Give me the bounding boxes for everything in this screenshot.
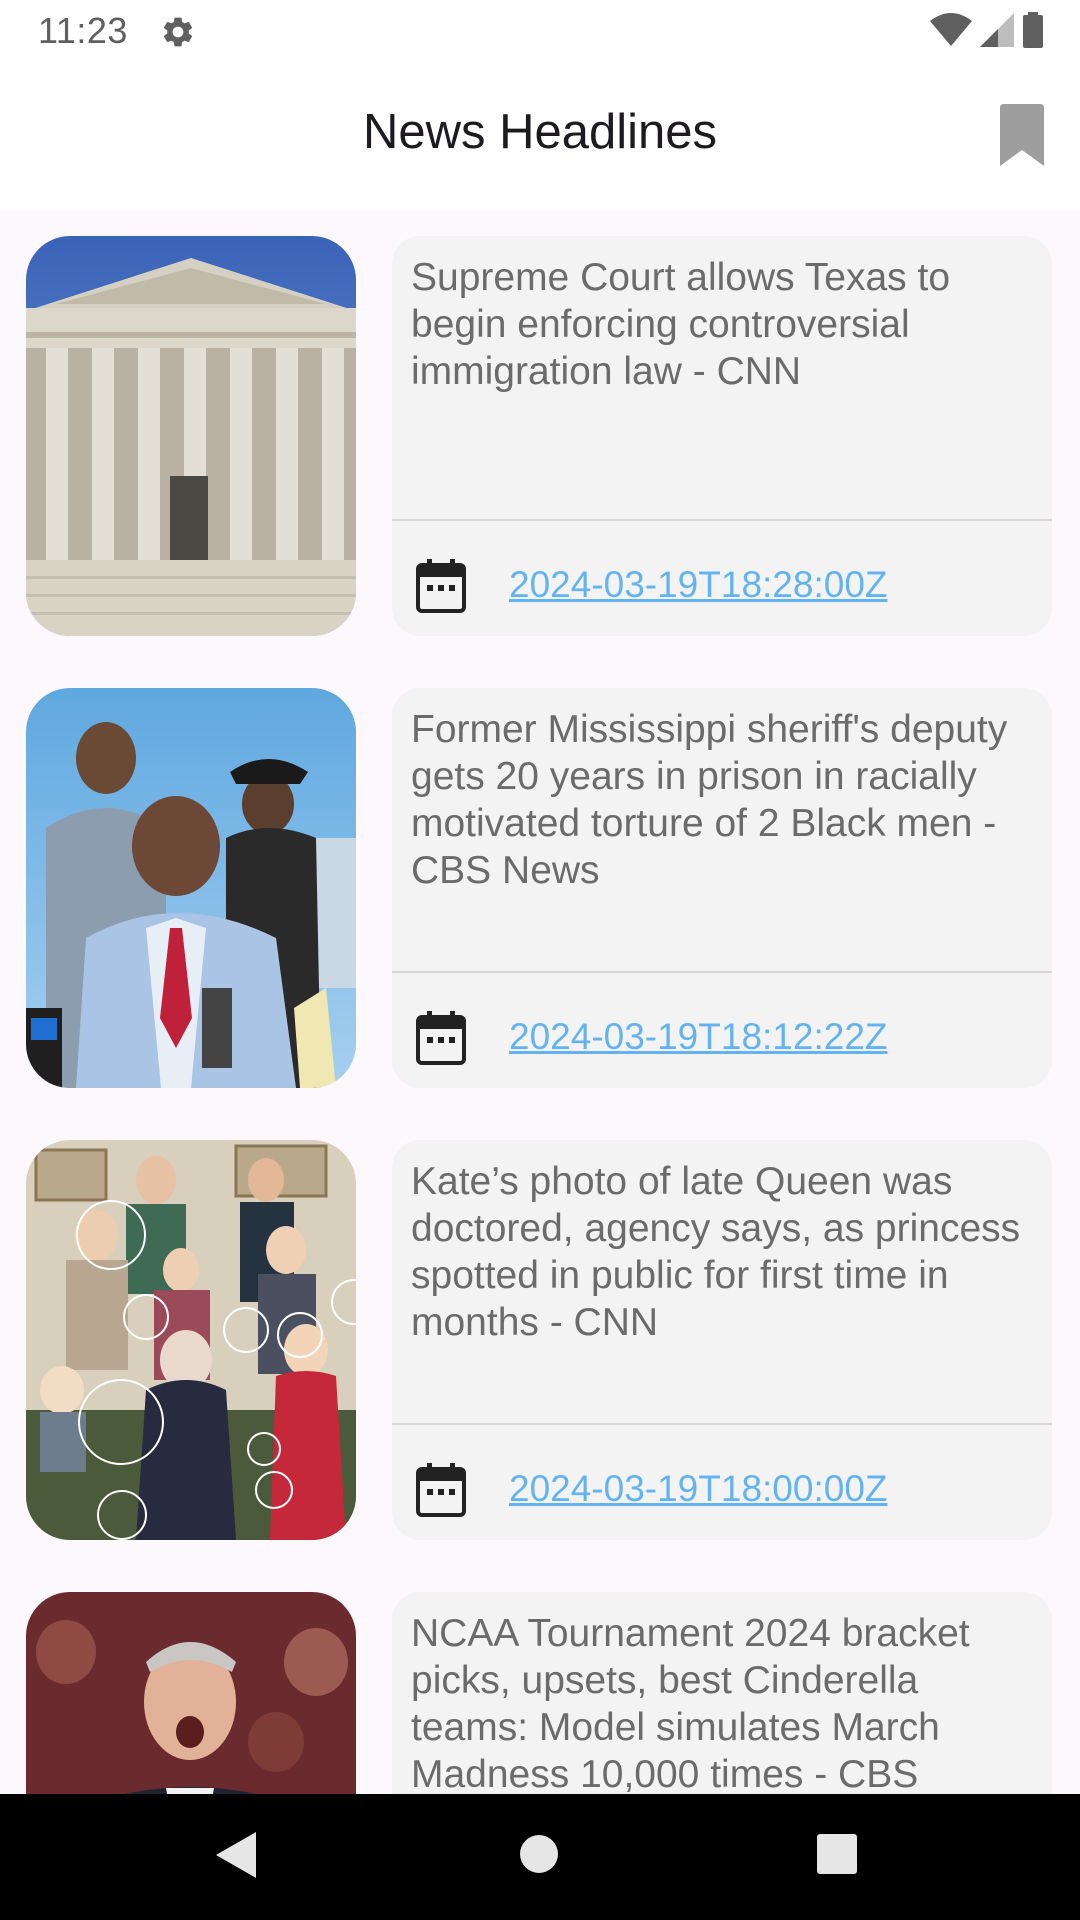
news-item[interactable]: Supreme Court allows Texas to begin enfo… (0, 210, 1080, 636)
news-item[interactable]: NCAA Tournament 2024 bracket picks, upse… (0, 1566, 1080, 1794)
news-date-link[interactable]: 2024-03-19T18:28:00Z (509, 564, 888, 606)
navigation-bar (0, 1794, 1080, 1920)
status-time: 11:23 (38, 10, 128, 51)
news-image-basketball-coach[interactable] (26, 1592, 356, 1794)
news-card[interactable]: Kate’s photo of late Queen was doctored,… (392, 1140, 1052, 1540)
news-title: NCAA Tournament 2024 bracket picks, upse… (411, 1612, 970, 1794)
battery-icon (1022, 11, 1044, 53)
news-image-royal-family[interactable] (26, 1140, 356, 1540)
wifi-icon (930, 12, 972, 52)
news-card[interactable]: Supreme Court allows Texas to begin enfo… (392, 236, 1052, 636)
calendar-icon (416, 1011, 466, 1065)
bookmark-icon (1000, 104, 1044, 166)
news-title: Former Mississippi sheriff's deputy gets… (411, 708, 1008, 892)
page-title: News Headlines (362, 105, 718, 159)
news-title: Supreme Court allows Texas to begin enfo… (411, 256, 951, 393)
home-icon[interactable] (519, 1834, 559, 1879)
bookmark-button[interactable] (996, 104, 1048, 168)
news-card[interactable]: NCAA Tournament 2024 bracket picks, upse… (392, 1592, 1052, 1794)
news-image-supreme-court[interactable] (26, 236, 356, 636)
news-list[interactable]: Supreme Court allows Texas to begin enfo… (0, 210, 1080, 1794)
news-item[interactable]: Former Mississippi sheriff's deputy gets… (0, 662, 1080, 1088)
news-title: Kate’s photo of late Queen was doctored,… (411, 1160, 1021, 1344)
news-item[interactable]: Kate’s photo of late Queen was doctored,… (0, 1114, 1080, 1540)
status-bar: 11:23 (0, 0, 1080, 62)
app-bar: News Headlines (0, 62, 1080, 210)
card-divider (392, 519, 1052, 521)
news-image-press-conference[interactable] (26, 688, 356, 1088)
gear-icon (160, 14, 196, 50)
news-card[interactable]: Former Mississippi sheriff's deputy gets… (392, 688, 1052, 1088)
signal-icon (980, 12, 1014, 52)
news-date-link[interactable]: 2024-03-19T18:00:00Z (509, 1468, 888, 1510)
calendar-icon (416, 559, 466, 613)
calendar-icon (416, 1463, 466, 1517)
news-date-link[interactable]: 2024-03-19T18:12:22Z (509, 1016, 888, 1058)
card-divider (392, 971, 1052, 973)
recents-icon[interactable] (817, 1834, 857, 1879)
card-divider (392, 1423, 1052, 1425)
back-icon[interactable] (216, 1832, 256, 1883)
